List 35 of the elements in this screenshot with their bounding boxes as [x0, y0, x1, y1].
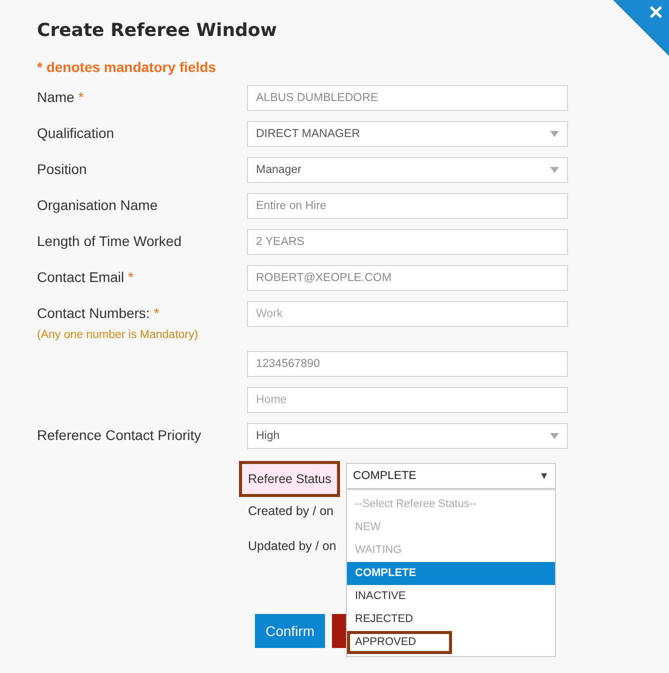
input-field[interactable]: Entire on Hire	[247, 193, 568, 219]
status-select[interactable]: COMPLETE ▼	[346, 463, 556, 489]
field-label: Reference Contact Priority	[37, 427, 202, 443]
secondary-button[interactable]	[332, 614, 346, 648]
select-field[interactable]: High	[247, 423, 568, 449]
field-label: Created by / on	[248, 504, 334, 518]
field-label: Organisation Name	[37, 197, 159, 213]
field-label: Length of Time Worked	[37, 233, 182, 249]
dropdown-option[interactable]: APPROVED	[347, 631, 452, 654]
input-field[interactable]: ROBERT@XEOPLE.COM	[247, 265, 568, 291]
input-field[interactable]: Work	[247, 301, 568, 327]
confirm-button[interactable]: Confirm	[255, 614, 325, 648]
field-label: Qualification	[37, 125, 116, 141]
select-field[interactable]: DIRECT MANAGER	[247, 121, 568, 147]
field-label: Contact Numbers: *	[37, 305, 160, 321]
field-label: Name *	[37, 89, 85, 105]
select-field[interactable]: Manager	[247, 157, 568, 183]
close-button[interactable]: ✕	[613, 0, 669, 56]
input-field[interactable]: 1234567890	[247, 351, 568, 377]
input-field[interactable]: 2 YEARS	[247, 229, 568, 255]
dropdown-option[interactable]: REJECTED	[347, 608, 555, 631]
field-hint: (Any one number is Mandatory)	[37, 329, 200, 341]
window-title: Create Referee Window	[37, 20, 278, 41]
caret-icon	[550, 433, 559, 439]
input-field[interactable]: Home	[247, 387, 568, 413]
dropdown-option[interactable]: INACTIVE	[347, 585, 555, 608]
field-label: Contact Email *	[37, 269, 134, 285]
field-label: Updated by / on	[248, 539, 336, 553]
caret-icon	[550, 167, 559, 173]
field-label: Position	[37, 161, 88, 177]
input-field[interactable]: ALBUS DUMBLEDORE	[247, 85, 568, 111]
dropdown-option[interactable]: COMPLETE	[347, 562, 555, 585]
caret-icon	[550, 131, 559, 137]
field-label: Referee Status	[239, 461, 340, 497]
mandatory-note: * denotes mandatory fields	[37, 59, 217, 75]
